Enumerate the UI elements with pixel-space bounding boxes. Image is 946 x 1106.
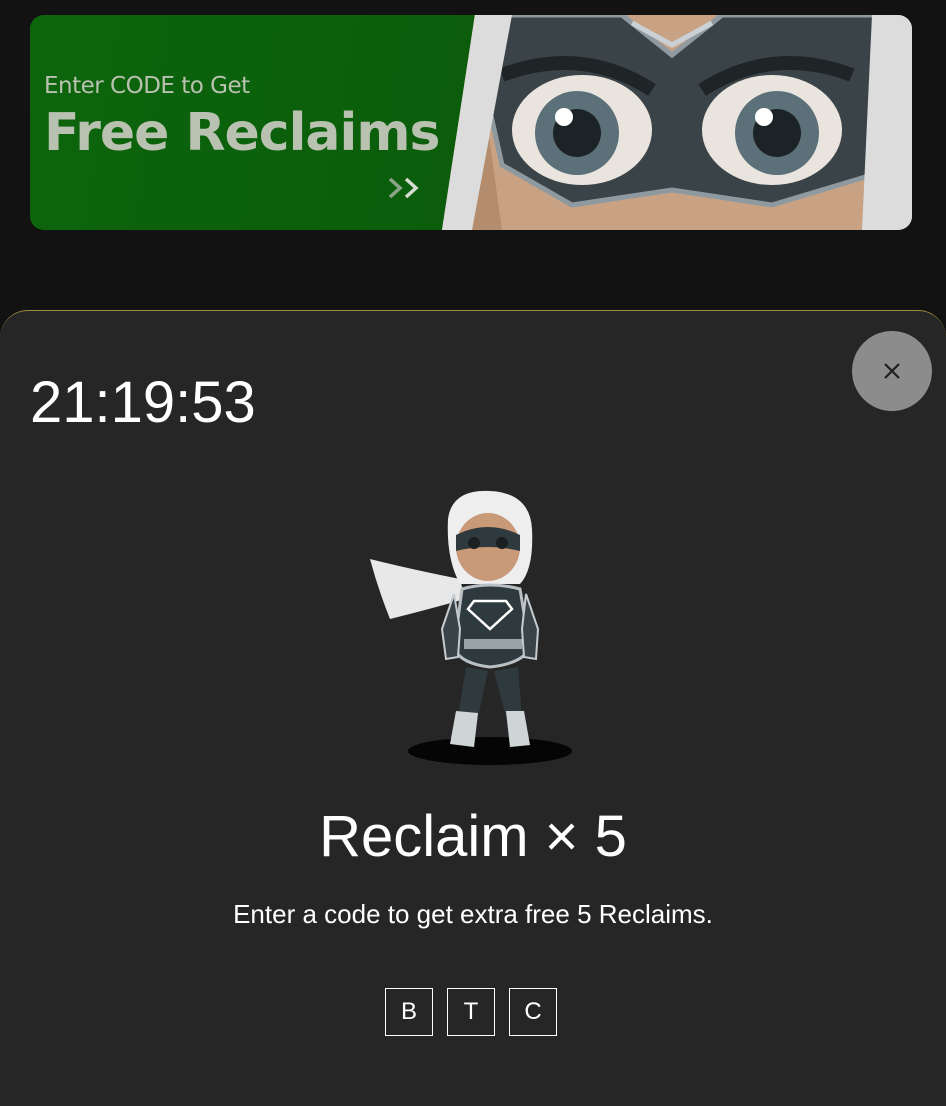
reclaim-bottom-sheet: 21:19:53 Reclaim × 5 Enter a code to get… xyxy=(0,310,946,1106)
code-input-box-2[interactable]: T xyxy=(447,988,495,1036)
promo-banner[interactable]: Enter CODE to Get Free Reclaims xyxy=(30,15,912,230)
double-chevron-right-icon xyxy=(386,173,426,211)
reclaim-subtitle: Enter a code to get extra free 5 Reclaim… xyxy=(233,899,713,929)
banner-small-text: Enter CODE to Get xyxy=(44,73,250,99)
hero-illustration xyxy=(370,489,580,769)
code-input-box-3[interactable]: C xyxy=(509,988,557,1036)
banner-hero-face-image xyxy=(442,15,912,230)
reclaim-title: Reclaim × 5 xyxy=(319,804,627,869)
countdown-timer: 21:19:53 xyxy=(30,370,256,435)
code-input-box-1[interactable]: B xyxy=(385,988,433,1036)
close-button[interactable] xyxy=(852,331,932,411)
close-icon xyxy=(884,363,900,379)
code-input-row: B T C xyxy=(385,988,557,1036)
banner-title: Free Reclaims xyxy=(44,103,440,163)
